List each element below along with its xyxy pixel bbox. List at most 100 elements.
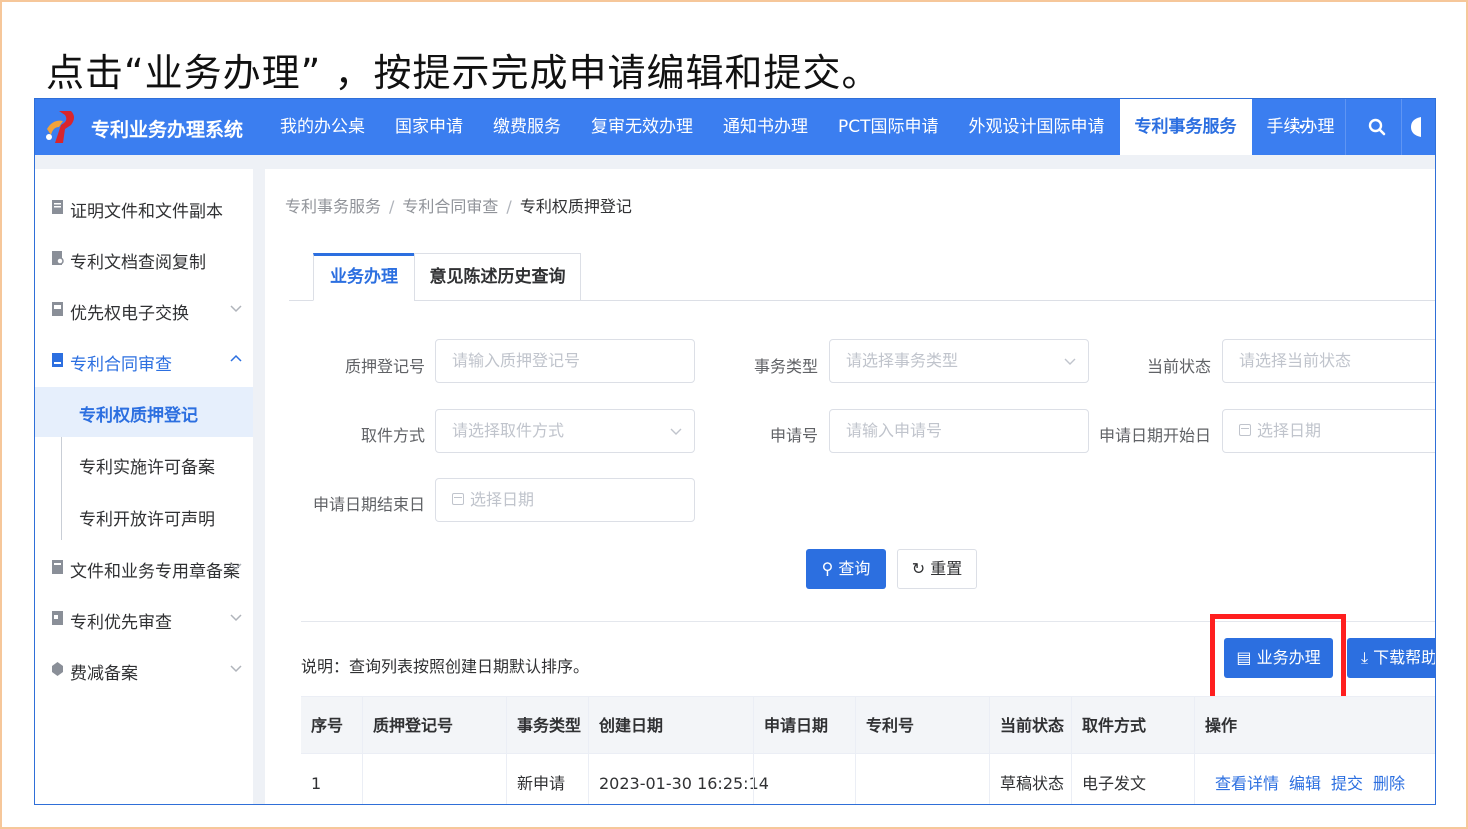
cell-patent-no xyxy=(855,754,989,804)
sidebar-item-certificates[interactable]: 证明文件和文件副本 xyxy=(35,183,253,233)
cell-actions: 查看详情 编辑 提交 删除 xyxy=(1194,754,1415,804)
contract-icon xyxy=(52,353,63,367)
top-navbar: 专利业务办理系统 我的办公桌 国家申请 缴费服务 复审无效办理 通知书办理 PC… xyxy=(35,99,1435,155)
nav-pct[interactable]: PCT国际申请 xyxy=(823,99,954,155)
pickup-select[interactable]: 请选择取件方式 xyxy=(435,409,695,453)
chevron-down-icon xyxy=(1064,358,1076,365)
breadcrumb: 专利事务服务 / 专利合同审查 / 专利权质押登记 xyxy=(285,197,632,216)
breadcrumb-item[interactable]: 专利合同审查 xyxy=(402,197,498,216)
cell-type: 新申请 xyxy=(506,754,565,804)
tab-bar: 业务办理 意见陈述历史查询 xyxy=(289,253,1435,301)
column-header: 创建日期 xyxy=(588,697,663,755)
sidebar-item-contract-review[interactable]: 专利合同审查 xyxy=(35,336,253,386)
cell-pickup: 电子发文 xyxy=(1071,754,1146,804)
screenshot-window: 专利业务办理系统 我的办公桌 国家申请 缴费服务 复审无效办理 通知书办理 PC… xyxy=(34,98,1436,805)
exchange-icon xyxy=(52,302,63,316)
nav-patent-affairs[interactable]: 专利事务服务 xyxy=(1119,99,1252,155)
nav-divider xyxy=(1345,99,1346,155)
column-header: 序号 xyxy=(311,716,344,735)
calendar-icon xyxy=(1239,424,1251,436)
sidebar-item-priority-review[interactable]: 专利优先审查 xyxy=(35,594,253,644)
pickup-label: 取件方式 xyxy=(360,426,425,445)
document-icon: ▤ xyxy=(1236,648,1252,667)
main-nav: 我的办公桌 国家申请 缴费服务 复审无效办理 通知书办理 PCT国际申请 外观设… xyxy=(265,99,1350,155)
app-no-input[interactable]: 请输入申请号 xyxy=(829,409,1089,453)
slide-title: 点击“业务办理” ，按提示完成申请编辑和提交。 xyxy=(46,51,881,95)
nav-notice[interactable]: 通知书办理 xyxy=(708,99,823,155)
view-detail-link[interactable]: 查看详情 xyxy=(1215,774,1279,793)
priority-icon xyxy=(52,611,63,625)
cell-index: 1 xyxy=(311,774,322,793)
sidebar: 证明文件和文件副本 专利文档查阅复制 优先权电子交换 专利合同审查 专利权质押登… xyxy=(35,169,253,804)
search-icon: ⚲ xyxy=(821,559,834,578)
logo-icon xyxy=(46,111,74,143)
sidebar-item-priority-exchange[interactable]: 优先权电子交换 xyxy=(35,285,253,335)
end-date-label: 申请日期结束日 xyxy=(312,495,425,514)
chevron-up-icon xyxy=(230,354,242,362)
breadcrumb-current: 专利权质押登记 xyxy=(519,197,632,216)
business-button[interactable]: ▤ 业务办理 xyxy=(1224,638,1333,678)
document-search-icon xyxy=(52,251,64,265)
sidebar-item-license-filing[interactable]: 专利实施许可备案 xyxy=(35,439,253,489)
nav-my-desk[interactable]: 我的办公桌 xyxy=(265,99,380,155)
end-date-picker[interactable]: 选择日期 xyxy=(435,478,695,522)
reset-button[interactable]: ↻ 重置 xyxy=(897,549,977,589)
start-date-picker[interactable]: 选择日期 xyxy=(1222,409,1435,453)
pledge-no-label: 质押登记号 xyxy=(344,357,425,376)
cell-status: 草稿状态 xyxy=(989,754,1064,804)
table-header: 序号 质押登记号 事务类型 创建日期 申请日期 专利号 当前状态 取件方式 操作 xyxy=(301,696,1435,755)
nav-divider xyxy=(1401,99,1402,155)
column-header: 申请日期 xyxy=(753,697,828,755)
column-header: 专利号 xyxy=(855,697,914,755)
nav-fee-service[interactable]: 缴费服务 xyxy=(478,99,576,155)
user-avatar-icon[interactable] xyxy=(1409,115,1421,139)
main-panel: 专利事务服务 / 专利合同审查 / 专利权质押登记 业务办理 意见陈述历史查询 质押登记… xyxy=(265,169,1435,804)
sidebar-item-fee-reduction[interactable]: 费减备案 xyxy=(35,645,253,695)
column-header: 当前状态 xyxy=(989,697,1064,755)
calendar-icon xyxy=(452,493,464,505)
sidebar-item-open-license[interactable]: 专利开放许可声明 xyxy=(35,491,253,541)
cell-app-date xyxy=(753,754,855,804)
more-menu-button[interactable]: ··· xyxy=(1291,117,1312,136)
refresh-icon: ↻ xyxy=(911,559,926,578)
breadcrumb-item[interactable]: 专利事务服务 xyxy=(285,197,381,216)
chevron-down-icon xyxy=(670,428,682,435)
chevron-down-icon xyxy=(230,614,242,622)
sidebar-item-pledge-registration[interactable]: 专利权质押登记 xyxy=(35,387,253,437)
chevron-down-icon xyxy=(230,305,242,313)
column-header: 取件方式 xyxy=(1071,697,1146,755)
list-note: 说明：查询列表按照创建日期默认排序。 xyxy=(301,657,590,676)
tab-business[interactable]: 业务办理 xyxy=(313,253,415,301)
cell-created: 2023-01-30 16:25:14 xyxy=(588,754,769,804)
app-no-label: 申请号 xyxy=(769,426,818,445)
chevron-down-icon xyxy=(230,563,242,571)
column-header: 操作 xyxy=(1194,697,1237,755)
start-date-label: 申请日期开始日 xyxy=(1098,426,1211,445)
query-button[interactable]: ⚲ 查询 xyxy=(806,549,886,589)
nav-design-international[interactable]: 外观设计国际申请 xyxy=(954,99,1120,155)
download-icon: ⤓ xyxy=(1361,648,1369,667)
stamp-icon xyxy=(52,560,63,574)
table-row: 1 新申请 2023-01-30 16:25:14 草稿状态 电子发文 查看详情… xyxy=(301,754,1435,804)
edit-link[interactable]: 编辑 xyxy=(1289,774,1321,793)
download-help-button[interactable]: ⤓ 下载帮助 xyxy=(1347,638,1435,678)
fee-icon xyxy=(52,662,63,676)
document-icon xyxy=(52,200,63,214)
sidebar-item-seal-filing[interactable]: 文件和业务专用章备案 xyxy=(35,543,253,593)
pledge-no-input[interactable]: 请输入质押登记号 xyxy=(435,339,695,383)
app-name: 专利业务办理系统 xyxy=(91,119,244,141)
tab-opinion-history[interactable]: 意见陈述历史查询 xyxy=(414,253,581,301)
affair-type-select[interactable]: 请选择事务类型 xyxy=(829,339,1089,383)
status-select[interactable]: 请选择当前状态 xyxy=(1222,339,1435,383)
nav-reexamination[interactable]: 复审无效办理 xyxy=(576,99,708,155)
sidebar-item-document-copy[interactable]: 专利文档查阅复制 xyxy=(35,234,253,284)
column-header: 质押登记号 xyxy=(362,697,453,755)
nav-national-application[interactable]: 国家申请 xyxy=(380,99,478,155)
delete-link[interactable]: 删除 xyxy=(1373,774,1405,793)
submit-link[interactable]: 提交 xyxy=(1331,774,1363,793)
cell-pledge-no xyxy=(362,754,506,804)
affair-type-label: 事务类型 xyxy=(753,357,818,376)
search-icon[interactable] xyxy=(1368,118,1386,136)
column-header: 事务类型 xyxy=(506,697,581,755)
status-label: 当前状态 xyxy=(1146,357,1211,376)
